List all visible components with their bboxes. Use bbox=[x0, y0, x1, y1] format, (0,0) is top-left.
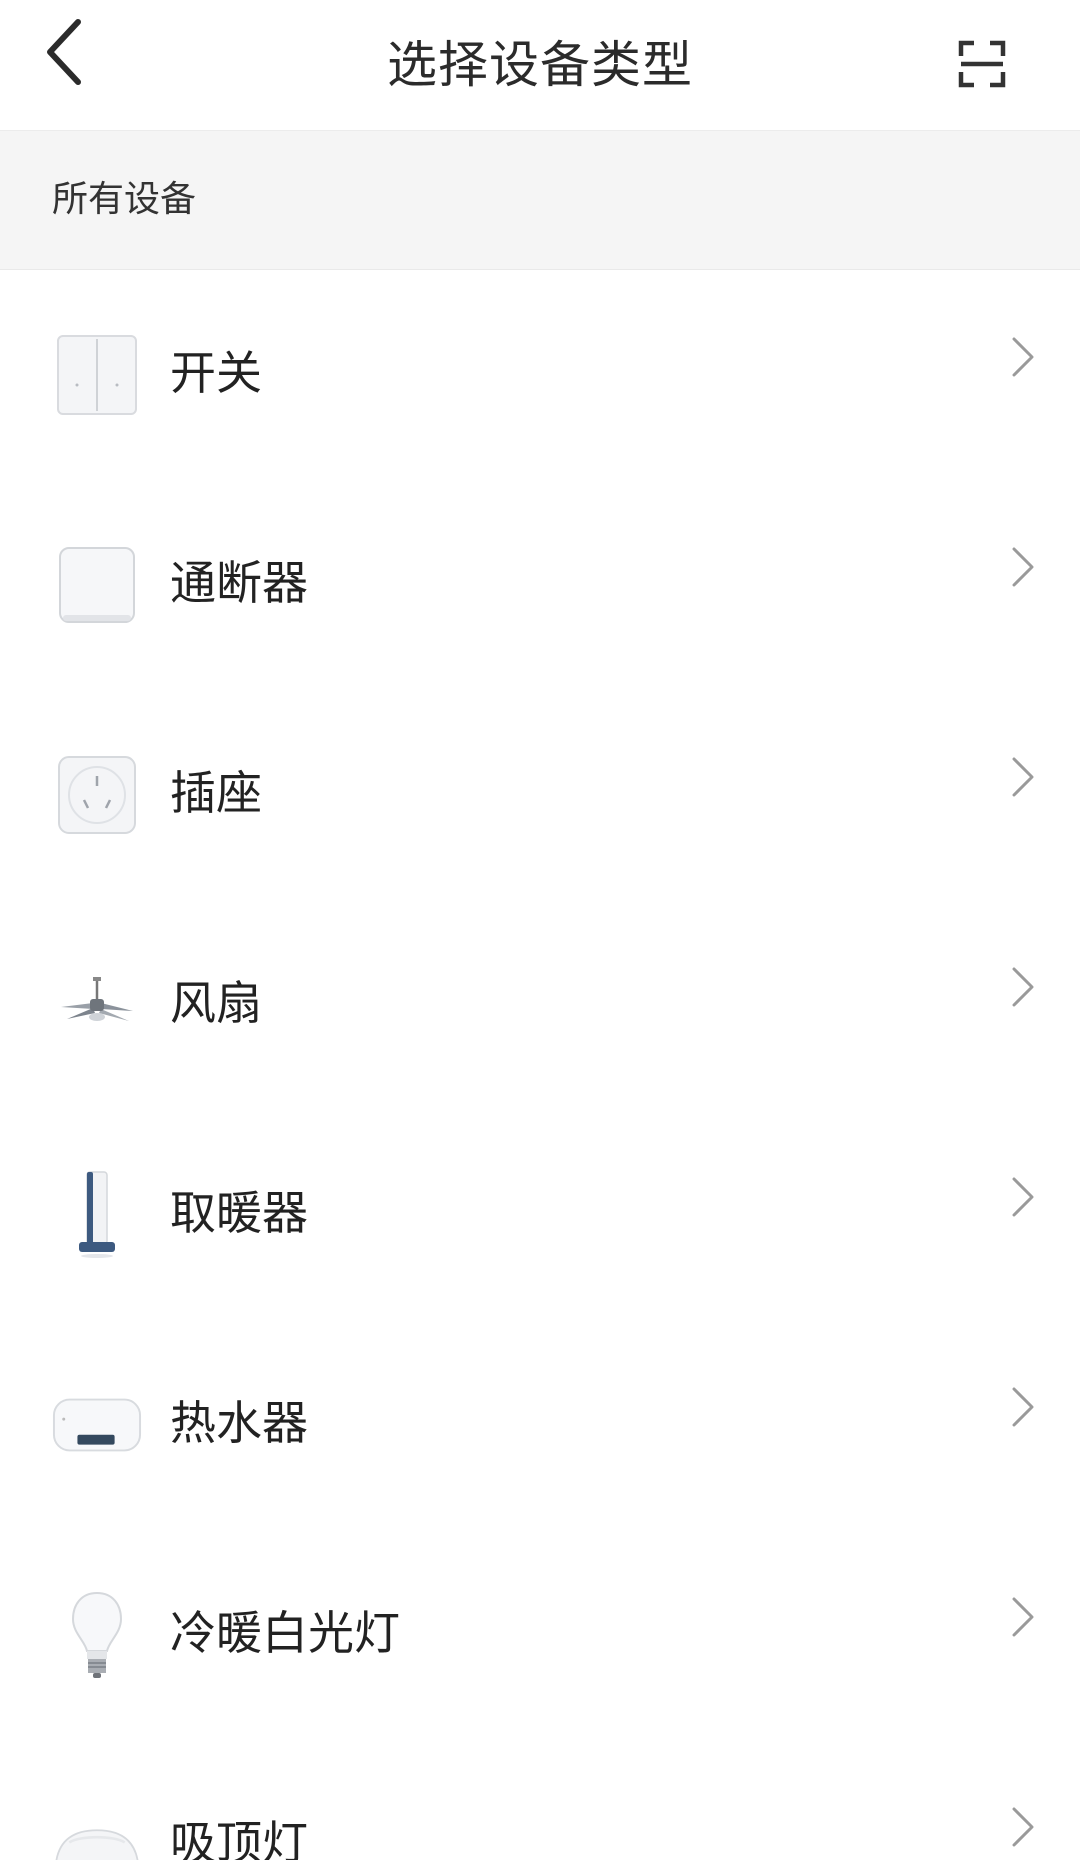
bulb-icon bbox=[52, 1590, 142, 1680]
chevron-right-icon bbox=[1008, 332, 1038, 382]
chevron-right-icon bbox=[1008, 1802, 1038, 1852]
device-item-socket[interactable]: 插座 bbox=[0, 690, 1080, 900]
app-root: 选择设备类型 所有设备 开关 通断器 插座 风扇 取暖器 热水器 冷暖白光灯 吸… bbox=[0, 0, 1080, 1860]
chevron-right-icon bbox=[1008, 542, 1038, 592]
scan-button[interactable] bbox=[944, 28, 1020, 100]
ceiling-light-icon bbox=[52, 1800, 142, 1860]
section-title: 所有设备 bbox=[52, 179, 197, 220]
device-item-heater[interactable]: 取暖器 bbox=[0, 1110, 1080, 1320]
device-label: 吸顶灯 bbox=[170, 1816, 308, 1860]
device-list: 开关 通断器 插座 风扇 取暖器 热水器 冷暖白光灯 吸顶灯 bbox=[0, 270, 1080, 1860]
device-item-switch[interactable]: 开关 bbox=[0, 270, 1080, 480]
device-label: 冷暖白光灯 bbox=[170, 1606, 400, 1660]
chevron-right-icon bbox=[1008, 1592, 1038, 1642]
wall-switch-icon bbox=[52, 330, 142, 420]
ceiling-fan-icon bbox=[52, 960, 142, 1050]
device-label: 插座 bbox=[170, 766, 262, 820]
section-header: 所有设备 bbox=[0, 131, 1080, 270]
device-item-ceiling-light[interactable]: 吸顶灯 bbox=[0, 1740, 1080, 1860]
heater-icon bbox=[52, 1170, 142, 1260]
chevron-right-icon bbox=[1008, 1172, 1038, 1222]
chevron-right-icon bbox=[1008, 752, 1038, 802]
top-bar: 选择设备类型 bbox=[0, 0, 1080, 131]
device-item-fan[interactable]: 风扇 bbox=[0, 900, 1080, 1110]
device-label: 开关 bbox=[170, 346, 262, 400]
device-label: 通断器 bbox=[170, 556, 308, 610]
chevron-right-icon bbox=[1008, 1382, 1038, 1432]
device-item-water-heater[interactable]: 热水器 bbox=[0, 1320, 1080, 1530]
device-item-relay[interactable]: 通断器 bbox=[0, 480, 1080, 690]
relay-icon bbox=[52, 540, 142, 630]
device-label: 风扇 bbox=[170, 976, 262, 1030]
scan-icon bbox=[958, 40, 1006, 88]
water-heater-icon bbox=[52, 1380, 142, 1470]
chevron-right-icon bbox=[1008, 962, 1038, 1012]
device-label: 热水器 bbox=[170, 1396, 308, 1450]
socket-icon bbox=[52, 750, 142, 840]
device-item-bulb[interactable]: 冷暖白光灯 bbox=[0, 1530, 1080, 1740]
page-title: 选择设备类型 bbox=[387, 36, 693, 94]
device-label: 取暖器 bbox=[170, 1186, 308, 1240]
